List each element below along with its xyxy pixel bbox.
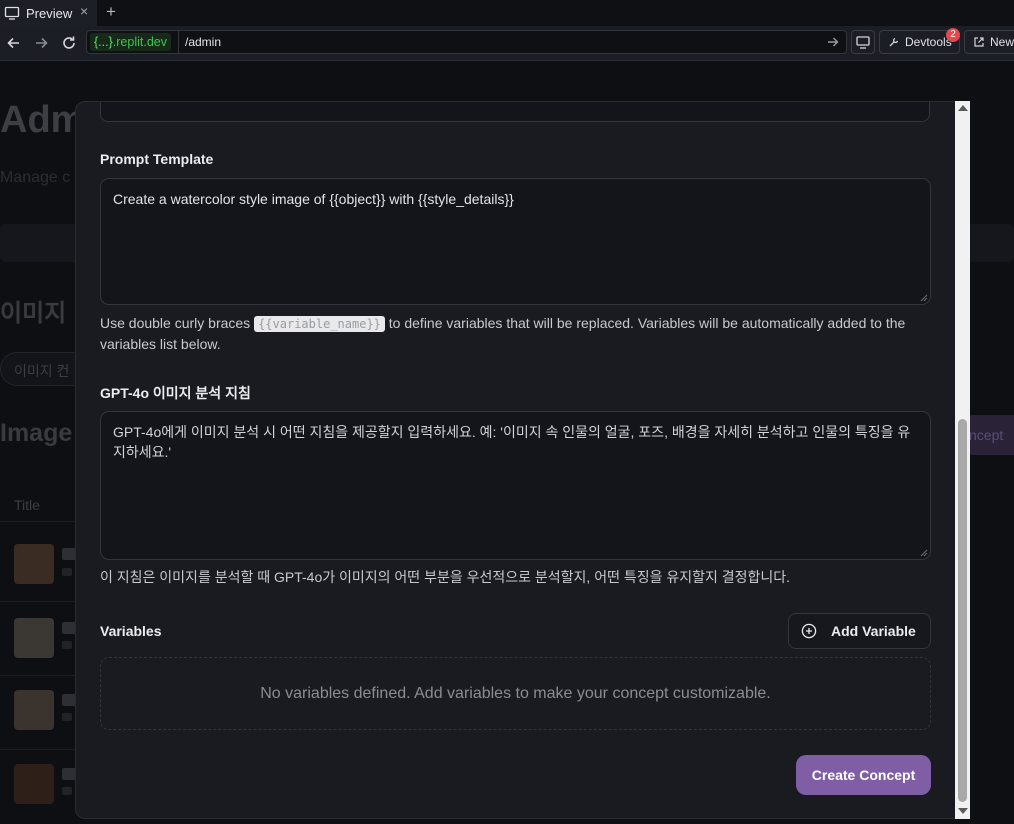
monitor-icon bbox=[4, 6, 20, 20]
images-title: Image bbox=[0, 419, 73, 447]
url-separator bbox=[178, 31, 179, 53]
analysis-guideline-label: GPT-4o 이미지 분석 지침 bbox=[100, 385, 251, 401]
browser-tab-bar: Preview × + bbox=[0, 0, 1014, 26]
url-path: /admin bbox=[185, 35, 222, 49]
scroll-thumb[interactable] bbox=[958, 419, 967, 802]
variables-label: Variables bbox=[100, 623, 162, 639]
devtools-badge: 2 bbox=[946, 28, 960, 42]
resize-grip-icon[interactable] bbox=[920, 294, 928, 302]
section-title: 이미지 bbox=[0, 300, 67, 327]
wrench-icon bbox=[889, 37, 899, 47]
back-arrow-icon[interactable] bbox=[5, 34, 23, 52]
row-subtitle bbox=[62, 787, 72, 795]
row-subtitle bbox=[62, 641, 72, 649]
row-subtitle bbox=[62, 568, 72, 576]
page-subtitle: Manage c bbox=[0, 169, 71, 186]
row-title bbox=[62, 768, 76, 780]
go-arrow-icon[interactable] bbox=[826, 35, 840, 49]
analysis-guideline-textarea[interactable]: GPT-4o에게 이미지 분석 시 어떤 지침을 제공할지 입력하세요. 예: … bbox=[100, 411, 931, 560]
address-bar[interactable]: {...}.replit.dev /admin bbox=[86, 30, 847, 54]
prompt-template-help: Use double curly braces {{variable_name}… bbox=[100, 315, 906, 352]
prompt-template-label: Prompt Template bbox=[100, 151, 214, 167]
row-thumbnail bbox=[14, 544, 54, 584]
table-divider bbox=[0, 601, 80, 602]
variable-syntax-code: {{variable_name}} bbox=[254, 316, 385, 332]
display-icon bbox=[856, 36, 870, 49]
table-divider bbox=[0, 521, 80, 522]
create-concept-button[interactable]: Create Concept bbox=[796, 755, 931, 795]
resize-grip-icon[interactable] bbox=[920, 549, 928, 557]
prompt-template-value: Create a watercolor style image of {{obj… bbox=[113, 191, 514, 207]
modal-scrollbar[interactable] bbox=[955, 101, 970, 819]
row-title bbox=[62, 548, 76, 560]
row-thumbnail bbox=[14, 764, 54, 804]
add-variable-button[interactable]: Add Variable bbox=[788, 613, 931, 649]
scroll-up-arrow-icon[interactable] bbox=[958, 105, 968, 111]
table-divider bbox=[0, 749, 80, 750]
scroll-down-arrow-icon[interactable] bbox=[958, 808, 968, 814]
prompt-template-textarea[interactable]: Create a watercolor style image of {{obj… bbox=[100, 178, 931, 305]
url-host: {...}.replit.dev bbox=[90, 33, 171, 51]
row-title bbox=[62, 622, 76, 634]
row-thumbnail bbox=[14, 618, 54, 658]
empty-state-text: No variables defined. Add variables to m… bbox=[260, 684, 771, 702]
tab-title: Preview bbox=[26, 5, 73, 21]
external-link-icon bbox=[974, 37, 984, 47]
new-label: New bbox=[990, 35, 1014, 49]
plus-circle-icon bbox=[801, 623, 817, 639]
screen-toggle-button[interactable] bbox=[851, 30, 875, 54]
row-title bbox=[62, 694, 76, 706]
row-thumbnail bbox=[14, 690, 54, 730]
analysis-guideline-placeholder: GPT-4o에게 이미지 분석 시 어떤 지침을 제공할지 입력하세요. 예: … bbox=[113, 424, 911, 460]
tab-preview[interactable]: Preview × bbox=[0, 0, 97, 26]
reload-icon[interactable] bbox=[60, 34, 78, 52]
page-title: Adm bbox=[0, 99, 85, 141]
new-tab-plus-icon[interactable]: + bbox=[106, 2, 116, 22]
add-concept-button: ncept bbox=[965, 415, 1014, 455]
browser-nav-bar: {...}.replit.dev /admin Devtools 2 New bbox=[0, 26, 1014, 61]
previous-textarea[interactable] bbox=[100, 102, 930, 122]
forward-arrow-icon[interactable] bbox=[32, 34, 50, 52]
open-new-window-button[interactable]: New bbox=[964, 30, 1014, 54]
devtools-label: Devtools bbox=[905, 35, 952, 49]
close-icon[interactable]: × bbox=[80, 3, 88, 19]
analysis-guideline-help: 이 지침은 이미지를 분석할 때 GPT-4o가 이미지의 어떤 부분을 우선적… bbox=[100, 569, 791, 585]
row-subtitle bbox=[62, 713, 72, 721]
table-divider bbox=[0, 675, 80, 676]
table-header-title: Title bbox=[14, 497, 40, 513]
variables-empty-state: No variables defined. Add variables to m… bbox=[100, 657, 931, 730]
create-concept-dialog: Prompt Template Create a watercolor styl… bbox=[75, 101, 970, 819]
add-variable-label: Add Variable bbox=[831, 623, 916, 639]
